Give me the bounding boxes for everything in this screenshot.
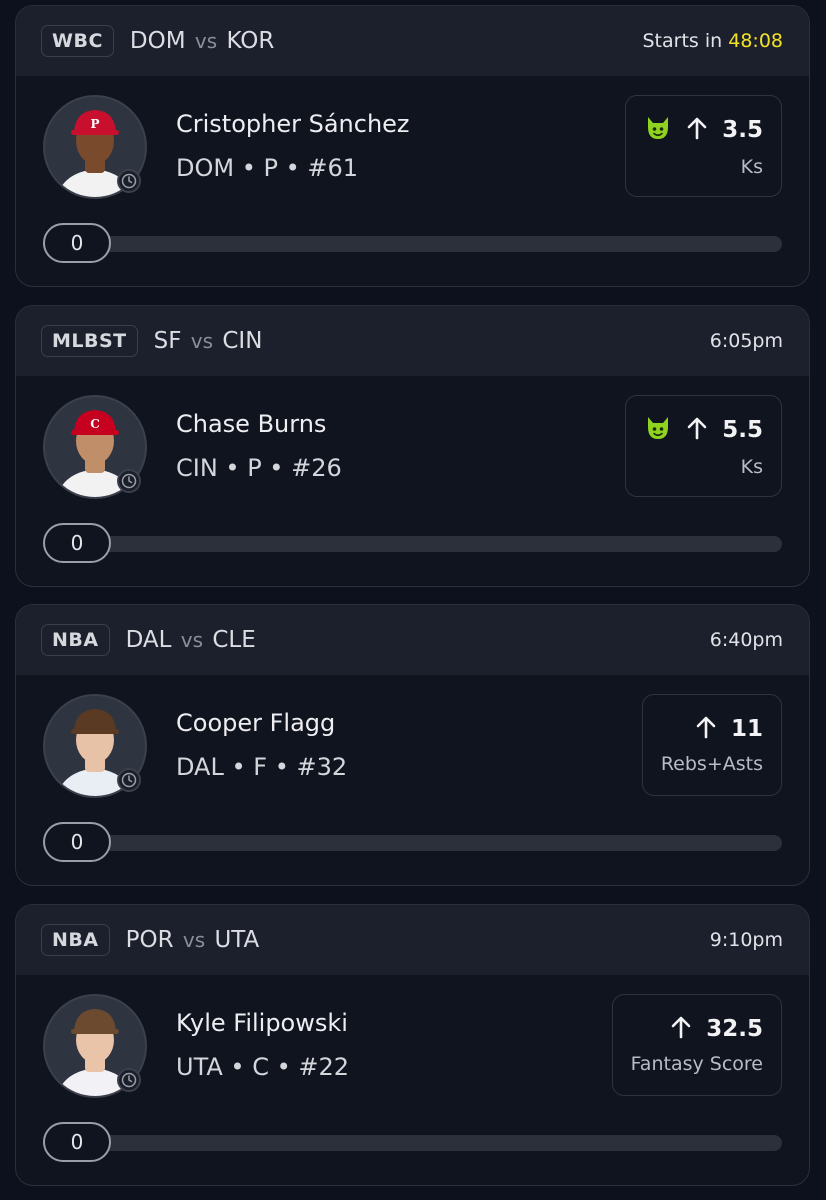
league-badge: NBA xyxy=(41,924,110,956)
time-value: 6:05pm xyxy=(709,330,783,352)
away-team: CLE xyxy=(212,627,256,653)
clock-icon xyxy=(117,1068,141,1092)
game-time: 9:10pm xyxy=(710,929,783,951)
away-team: CIN xyxy=(222,328,263,354)
pick-card[interactable]: NBA DAL vs CLE 6:40pm Cooper Flagg DAL •… xyxy=(15,604,810,886)
prop-line-row: 11 xyxy=(695,715,763,743)
player-meta: DOM • P • #61 xyxy=(176,154,359,182)
svg-text:P: P xyxy=(90,117,99,131)
clock-icon xyxy=(117,768,141,792)
vs-label: vs xyxy=(190,329,214,353)
prop-line-value: 5.5 xyxy=(722,417,763,443)
prop-stat-label: Fantasy Score xyxy=(630,1053,763,1075)
matchup: POR vs UTA xyxy=(126,927,260,953)
player-name: Chase Burns xyxy=(176,410,327,438)
player-name: Cooper Flagg xyxy=(176,709,336,737)
progress-bar xyxy=(43,835,782,851)
matchup: SF vs CIN xyxy=(154,328,263,354)
progress-bar xyxy=(43,236,782,252)
progress-bar xyxy=(43,536,782,552)
card-body: P Cristopher Sánchez DOM • P • #61 3.5 K… xyxy=(16,76,809,286)
card-body: Kyle Filipowski UTA • C • #22 32.5 Fanta… xyxy=(16,975,809,1185)
demon-icon xyxy=(644,114,672,146)
prop-stat-label: Ks xyxy=(740,156,763,178)
matchup: DOM vs KOR xyxy=(130,28,274,54)
progress-value: 0 xyxy=(43,1122,111,1162)
player-name: Kyle Filipowski xyxy=(176,1009,348,1037)
arrow-up-icon xyxy=(686,116,708,144)
pick-list: WBC DOM vs KOR Starts in 48:08 P Cristop… xyxy=(0,0,826,1200)
pick-card[interactable]: MLBST SF vs CIN 6:05pm C Chase Burns CIN… xyxy=(15,305,810,587)
game-time: Starts in 48:08 xyxy=(643,30,784,52)
vs-label: vs xyxy=(194,29,218,53)
prop-selection[interactable]: 11 Rebs+Asts xyxy=(641,694,782,796)
game-time: 6:05pm xyxy=(710,330,783,352)
home-team: DOM xyxy=(129,28,186,54)
arrow-up-icon xyxy=(670,1015,692,1043)
away-team: KOR xyxy=(226,28,275,54)
league-badge: WBC xyxy=(41,25,114,57)
matchup: DAL vs CLE xyxy=(126,627,256,653)
home-team: POR xyxy=(125,927,174,953)
player-avatar[interactable]: P xyxy=(43,95,147,199)
time-value: 6:40pm xyxy=(709,629,783,651)
demon-icon xyxy=(644,414,672,446)
clock-icon xyxy=(117,169,141,193)
prop-selection[interactable]: 32.5 Fantasy Score xyxy=(611,994,782,1096)
player-meta: CIN • P • #26 xyxy=(176,454,342,482)
time-prefix: Starts in xyxy=(642,30,723,52)
card-body: C Chase Burns CIN • P • #26 5.5 Ks 0 xyxy=(16,376,809,586)
prop-selection[interactable]: 5.5 Ks xyxy=(625,395,782,497)
home-team: DAL xyxy=(125,627,172,653)
card-header: MLBST SF vs CIN 6:05pm xyxy=(16,306,809,376)
player-avatar[interactable] xyxy=(43,694,147,798)
player-meta: UTA • C • #22 xyxy=(176,1053,350,1081)
arrow-up-icon xyxy=(695,715,717,743)
home-team: SF xyxy=(153,328,182,354)
progress-value: 0 xyxy=(43,822,111,862)
prop-line-row: 5.5 xyxy=(644,414,763,446)
arrow-up-icon xyxy=(686,416,708,444)
progress-bar xyxy=(43,1135,782,1151)
card-header: WBC DOM vs KOR Starts in 48:08 xyxy=(16,6,809,76)
league-badge: NBA xyxy=(41,624,110,656)
card-header: NBA POR vs UTA 9:10pm xyxy=(16,905,809,975)
prop-line-value: 32.5 xyxy=(706,1016,763,1042)
vs-label: vs xyxy=(182,928,206,952)
time-value: 9:10pm xyxy=(709,929,783,951)
player-name: Cristopher Sánchez xyxy=(176,110,410,138)
vs-label: vs xyxy=(180,628,204,652)
pick-card[interactable]: NBA POR vs UTA 9:10pm Kyle Filipowski UT… xyxy=(15,904,810,1186)
time-value: 48:08 xyxy=(728,30,783,52)
league-badge: MLBST xyxy=(41,325,138,357)
clock-icon xyxy=(117,469,141,493)
away-team: UTA xyxy=(214,927,260,953)
prop-line-value: 3.5 xyxy=(722,117,763,143)
svg-text:C: C xyxy=(90,417,100,431)
prop-stat-label: Ks xyxy=(740,456,763,478)
progress-value: 0 xyxy=(43,523,111,563)
card-header: NBA DAL vs CLE 6:40pm xyxy=(16,605,809,675)
player-avatar[interactable]: C xyxy=(43,395,147,499)
card-body: Cooper Flagg DAL • F • #32 11 Rebs+Asts … xyxy=(16,675,809,885)
pick-card[interactable]: WBC DOM vs KOR Starts in 48:08 P Cristop… xyxy=(15,5,810,287)
prop-selection[interactable]: 3.5 Ks xyxy=(625,95,782,197)
prop-line-row: 3.5 xyxy=(644,114,763,146)
progress-value: 0 xyxy=(43,223,111,263)
player-avatar[interactable] xyxy=(43,994,147,1098)
prop-stat-label: Rebs+Asts xyxy=(660,753,763,775)
prop-line-value: 11 xyxy=(730,716,763,742)
game-time: 6:40pm xyxy=(710,629,783,651)
prop-line-row: 32.5 xyxy=(670,1015,763,1043)
player-meta: DAL • F • #32 xyxy=(176,753,348,781)
